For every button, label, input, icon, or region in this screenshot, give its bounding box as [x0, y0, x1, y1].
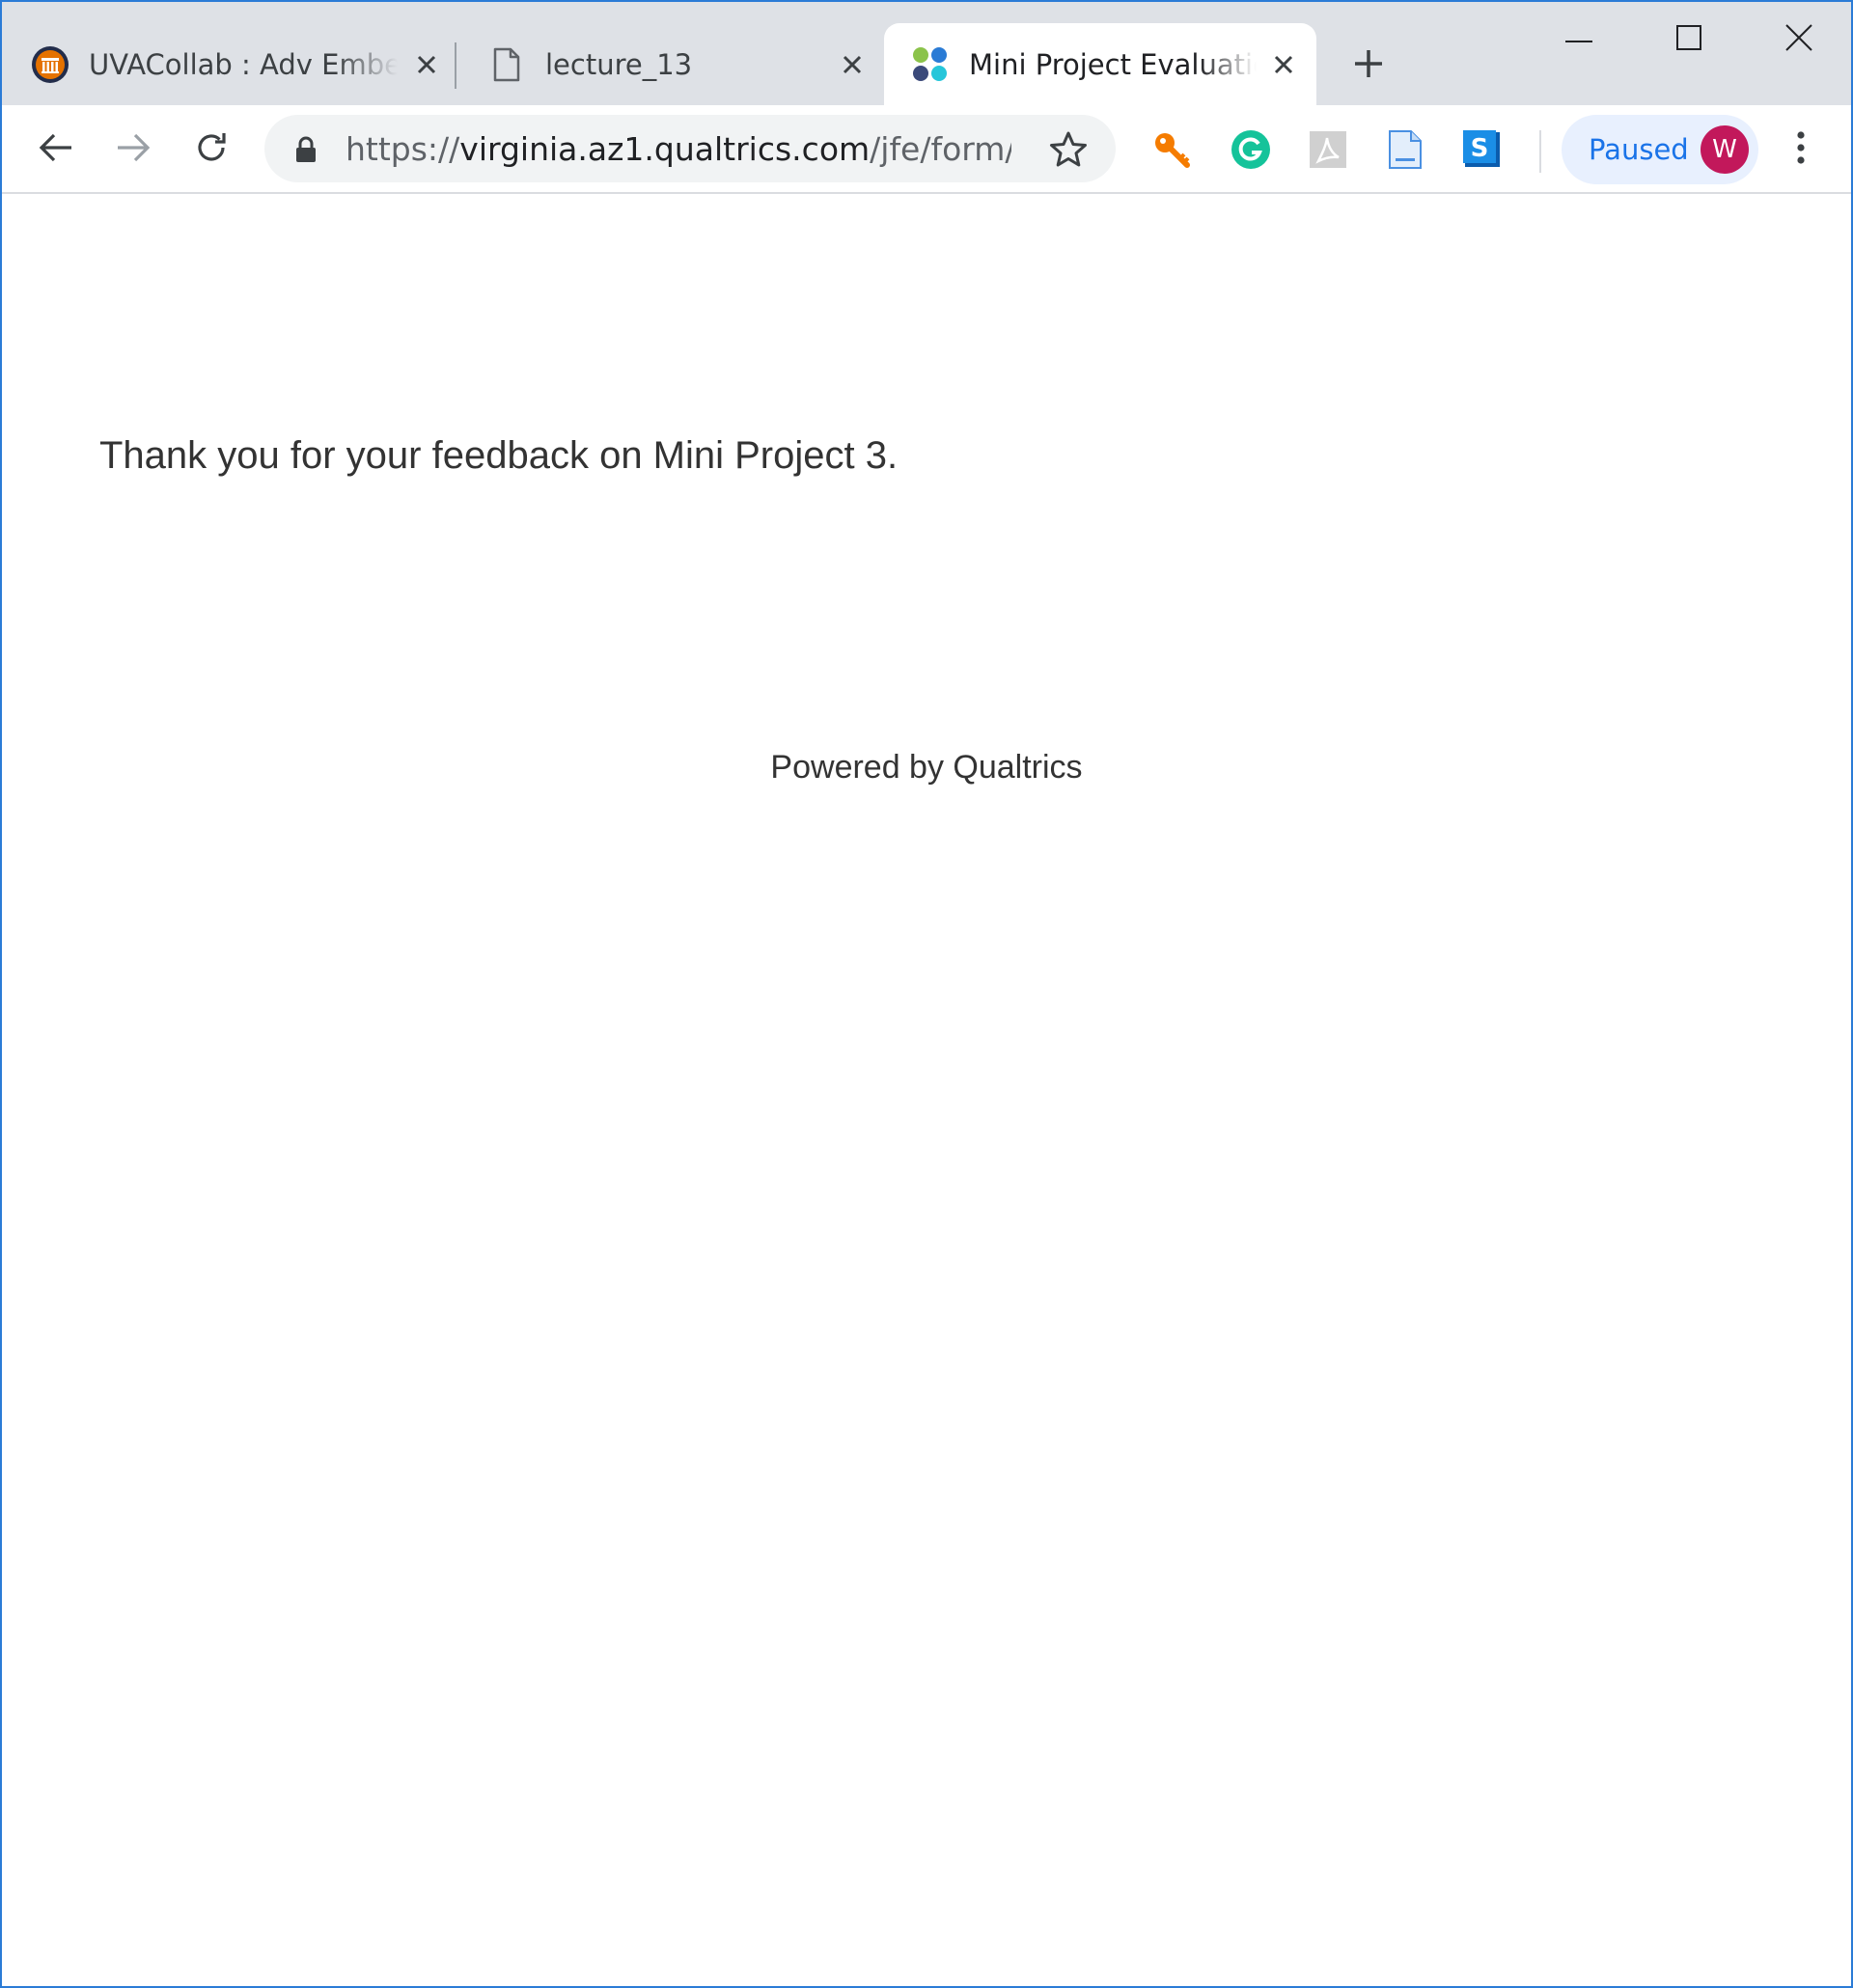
- grammarly-icon: [1231, 129, 1271, 175]
- back-button[interactable]: [27, 121, 85, 179]
- key-icon: [1152, 130, 1191, 174]
- tab-uvacollab[interactable]: UVACollab : Adv Embe: [31, 23, 444, 105]
- tab-lecture-13[interactable]: lecture_13: [487, 23, 870, 105]
- docs-icon: [1388, 129, 1423, 175]
- browser-menu-button[interactable]: [1780, 121, 1822, 179]
- key-extension-button[interactable]: [1150, 130, 1193, 173]
- document-icon: [487, 45, 526, 84]
- minimize-icon: [1565, 31, 1592, 48]
- tab-mini-project-evaluation[interactable]: Mini Project Evaluatio: [884, 23, 1316, 105]
- close-icon: [1785, 23, 1812, 56]
- toolbar-divider: [1539, 130, 1541, 173]
- pdf-extension-button[interactable]: [1307, 130, 1349, 173]
- browser-toolbar: https://virginia.az1.qualtrics.com/jfe/f…: [2, 105, 1851, 194]
- arrow-right-icon: [116, 132, 151, 168]
- tab-strip: UVACollab : Adv Embe lecture_13 Mini Pro…: [2, 2, 1851, 105]
- thank-you-message: Thank you for your feedback on Mini Proj…: [99, 434, 899, 477]
- close-icon[interactable]: [835, 47, 870, 82]
- tab-title: Mini Project Evaluatio: [969, 47, 1257, 81]
- docs-extension-button[interactable]: [1384, 129, 1426, 175]
- skype-extension-button[interactable]: S: [1461, 129, 1504, 175]
- powered-by-link[interactable]: Powered by Qualtrics: [2, 749, 1851, 787]
- profile-button[interactable]: Paused W: [1562, 115, 1758, 184]
- url-text[interactable]: https://virginia.az1.qualtrics.com/jfe/f…: [346, 128, 1011, 171]
- reload-icon: [194, 130, 229, 170]
- profile-status: Paused: [1589, 133, 1689, 166]
- page-content: Thank you for your feedback on Mini Proj…: [2, 196, 1851, 1986]
- browser-window: UVACollab : Adv Embe lecture_13 Mini Pro…: [0, 0, 1853, 1988]
- url-scheme: https://: [346, 130, 460, 168]
- close-icon[interactable]: [409, 47, 444, 82]
- lock-icon[interactable]: [293, 136, 318, 163]
- tab-title: lecture_13: [545, 47, 693, 81]
- maximize-button[interactable]: [1660, 15, 1718, 64]
- address-bar[interactable]: https://virginia.az1.qualtrics.com/jfe/f…: [264, 115, 1116, 182]
- url-host: virginia.az1.qualtrics.com: [459, 130, 871, 168]
- maximize-icon: [1676, 24, 1701, 55]
- svg-text:S: S: [1471, 134, 1489, 163]
- tab-title: UVACollab : Adv Embe: [89, 47, 398, 81]
- close-icon[interactable]: [1266, 47, 1301, 82]
- close-window-button[interactable]: [1770, 15, 1828, 64]
- forward-button[interactable]: [104, 121, 162, 179]
- more-vertical-icon: [1796, 130, 1806, 170]
- url-path: /jfe/form/S...: [870, 130, 1011, 168]
- avatar: W: [1701, 125, 1749, 174]
- minimize-button[interactable]: [1550, 15, 1608, 64]
- pdf-icon: [1309, 130, 1347, 174]
- skype-icon: S: [1462, 129, 1503, 175]
- new-tab-button[interactable]: [1347, 42, 1390, 85]
- star-icon[interactable]: [1048, 129, 1089, 170]
- arrow-left-icon: [39, 132, 73, 168]
- qualtrics-icon: [911, 45, 950, 84]
- grammarly-extension-button[interactable]: [1230, 129, 1272, 175]
- tab-separator: [455, 42, 456, 89]
- uva-logo-icon: [31, 45, 69, 84]
- reload-button[interactable]: [182, 121, 240, 179]
